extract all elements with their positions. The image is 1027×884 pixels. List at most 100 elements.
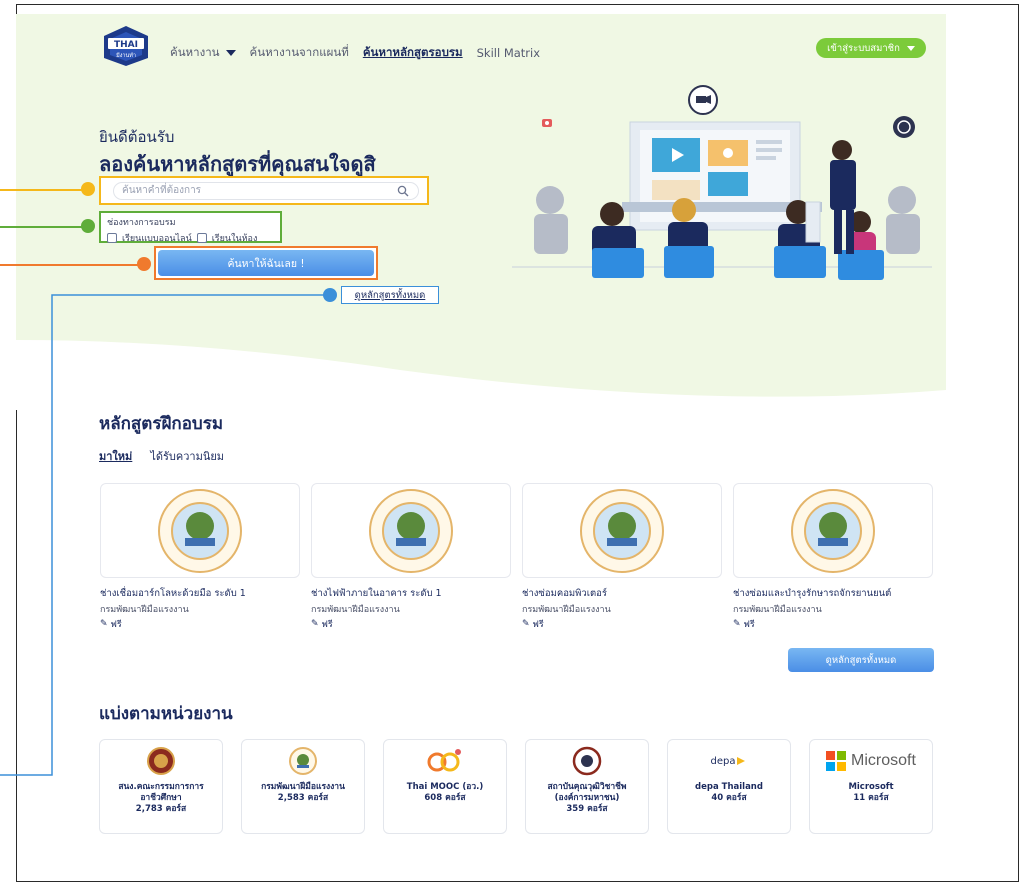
annotation-line-mode (0, 226, 84, 228)
agency-logo (384, 740, 506, 782)
course-org: กรมพัฒนาฝีมือแรงงาน (522, 605, 611, 615)
depa-logo-icon (737, 757, 746, 765)
annotation-dot-search (81, 182, 95, 196)
course-image (522, 483, 722, 578)
annotation-line-search (0, 189, 84, 191)
agency-count: 40 คอร์ส (711, 793, 747, 803)
training-mode-filter: ช่องทางการอบรม เรียนแบบออนไลน์ เรียนในห้… (99, 211, 282, 244)
course-image (311, 483, 511, 578)
course-title: ช่างไฟฟ้าภายในอาคาร ระดับ 1 (311, 588, 442, 599)
search-button[interactable]: ค้นหาให้ฉันเลย ! (158, 250, 374, 276)
course-price-label: ฟรี (321, 620, 333, 630)
view-all-courses-button[interactable]: ดูหลักสูตรทั้งหมด (788, 648, 934, 672)
dsd-emblem-icon (369, 488, 453, 573)
online-checkbox[interactable] (107, 233, 117, 243)
annotation-dot-all-courses (323, 288, 337, 302)
course-price: ✎ ฟรี (522, 617, 722, 631)
course-card[interactable]: ช่างไฟฟ้าภายในอาคาร ระดับ 1 กรมพัฒนาฝีมื… (311, 483, 511, 631)
dsd-emblem-icon (791, 488, 875, 573)
nav-search-jobs-label: ค้นหางาน (170, 45, 220, 59)
course-price-label: ฟรี (743, 620, 755, 630)
course-price: ✎ ฟรี (311, 617, 511, 631)
agency-name: depa Thailand (695, 782, 763, 792)
member-login-button[interactable]: เข้าสู่ระบบสมาชิก (816, 38, 926, 58)
hero-illustration (512, 85, 932, 280)
course-org: กรมพัฒนาฝีมือแรงงาน (733, 605, 822, 615)
dsd-emblem-icon (289, 747, 317, 775)
tab-new[interactable]: มาใหม่ (99, 447, 132, 465)
annotation-dot-button (137, 257, 151, 271)
nav-search-courses[interactable]: ค้นหาหลักสูตรอบรม (363, 44, 463, 62)
agency-card[interactable]: สถาบันคุณวุฒิวิชาชีพ (องค์การมหาชน) 359 … (525, 739, 649, 834)
agency-name: กรมพัฒนาฝีมือแรงงาน (261, 782, 345, 792)
agency-count: 11 คอร์ส (853, 793, 889, 803)
microsoft-logo-icon (826, 751, 847, 771)
agency-card[interactable]: กรมพัฒนาฝีมือแรงงาน 2,583 คอร์ส (241, 739, 365, 834)
tab-popular[interactable]: ได้รับความนิยม (150, 447, 224, 465)
search-button-highlight: ค้นหาให้ฉันเลย ! (154, 246, 378, 280)
price-tag-icon: ✎ (522, 619, 530, 629)
agency-name: Microsoft (848, 782, 894, 792)
course-price-label: ฟรี (110, 620, 122, 630)
agency-name: สถาบันคุณวุฒิวิชาชีพ (547, 782, 627, 792)
classroom-checkbox[interactable] (196, 233, 207, 243)
thai-mooc-logo-icon (427, 749, 461, 772)
microsoft-logo-text: Microsoft (851, 752, 916, 769)
agency-card[interactable]: สนง.คณะกรรมการการ อาชีวศึกษา 2,783 คอร์ส (99, 739, 223, 834)
annotation-line-button (0, 264, 140, 266)
agency-name: สนง.คณะกรรมการการ (118, 782, 204, 792)
course-image (733, 483, 933, 578)
ovec-seal-icon (147, 747, 175, 775)
agency-name-line2: (องค์การมหาชน) (554, 793, 620, 803)
agency-logo: Microsoft (810, 740, 932, 782)
search-input[interactable]: ค้นหาคำที่ต้องการ (113, 181, 419, 200)
price-tag-icon: ✎ (100, 619, 108, 629)
tpqi-seal-icon (572, 746, 602, 776)
agency-name-line2: อาชีวศึกษา (140, 793, 182, 803)
nav-skill-matrix[interactable]: Skill Matrix (477, 46, 540, 60)
depa-logo-text: depa (710, 755, 736, 767)
agency-count: 359 คอร์ส (566, 804, 608, 814)
courses-section-title: หลักสูตรฝึกอบรม (99, 414, 224, 434)
agency-name: Thai MOOC (อว.) (406, 782, 484, 792)
course-org: กรมพัฒนาฝีมือแรงงาน (100, 605, 189, 615)
course-title: ช่างซ่อมและบำรุงรักษารถจักรยานยนต์ (733, 588, 892, 599)
course-card[interactable]: ช่างซ่อมคอมพิวเตอร์ กรมพัฒนาฝีมือแรงงาน … (522, 483, 722, 631)
online-checkbox-label: เรียนแบบออนไลน์ (122, 234, 192, 244)
nav-search-jobs[interactable]: ค้นหางาน (170, 44, 236, 62)
courses-tabs: มาใหม่ ได้รับความนิยม (99, 447, 224, 465)
agency-logo: depa (668, 740, 790, 782)
agency-card[interactable]: depa depa Thailand 40 คอร์ส (667, 739, 791, 834)
course-price: ✎ ฟรี (100, 617, 300, 631)
price-tag-icon: ✎ (733, 619, 741, 629)
dsd-emblem-icon (580, 488, 664, 573)
course-title: ช่างซ่อมคอมพิวเตอร์ (522, 588, 607, 599)
agency-count: 2,583 คอร์ส (277, 793, 329, 803)
agency-card[interactable]: Thai MOOC (อว.) 608 คอร์ส (383, 739, 507, 834)
member-login-label: เข้าสู่ระบบสมาชิก (827, 42, 900, 54)
course-price-label: ฟรี (532, 620, 544, 630)
chevron-down-icon (225, 49, 236, 56)
agency-card[interactable]: Microsoft Microsoft 11 คอร์ส (809, 739, 933, 834)
agency-logo (526, 740, 648, 782)
course-org: กรมพัฒนาฝีมือแรงงาน (311, 605, 400, 615)
all-courses-link[interactable]: ดูหลักสูตรทั้งหมด (341, 286, 439, 304)
logo-subtext: มีงานทำ (116, 52, 136, 59)
annotation-dot-mode (81, 219, 95, 233)
agency-logo (100, 740, 222, 782)
chevron-down-icon (906, 45, 915, 51)
nav-search-jobs-map[interactable]: ค้นหางานจากแผนที่ (250, 44, 349, 62)
logo-text: THAI (114, 40, 138, 50)
agency-logo (242, 740, 364, 782)
course-image (100, 483, 300, 578)
price-tag-icon: ✎ (311, 619, 319, 629)
course-title: ช่างเชื่อมอาร์กโลหะด้วยมือ ระดับ 1 (100, 588, 246, 599)
course-card[interactable]: ช่างเชื่อมอาร์กโลหะด้วยมือ ระดับ 1 กรมพั… (100, 483, 300, 631)
classroom-checkbox-label: เรียนในห้อง (211, 234, 258, 244)
site-logo[interactable]: THAI มีงานทำ (100, 24, 152, 68)
training-mode-label: ช่องทางการอบรม (107, 218, 176, 228)
course-price: ✎ ฟรี (733, 617, 933, 631)
course-card[interactable]: ช่างซ่อมและบำรุงรักษารถจักรยานยนต์ กรมพั… (733, 483, 933, 631)
search-icon[interactable] (397, 185, 409, 197)
main-nav: ค้นหางาน ค้นหางานจากแผนที่ ค้นหาหลักสูตร… (170, 44, 540, 62)
